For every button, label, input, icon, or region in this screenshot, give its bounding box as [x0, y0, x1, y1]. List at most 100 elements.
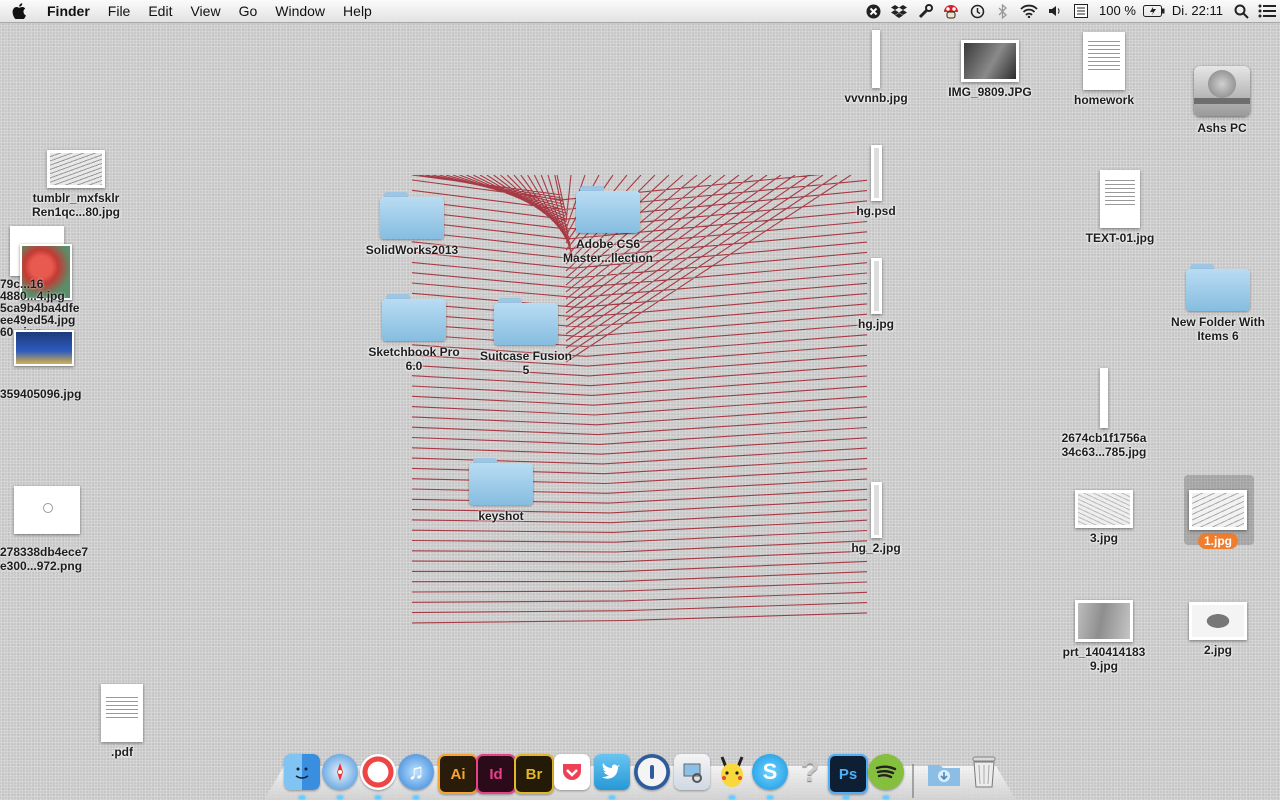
running-indicator: [883, 796, 889, 799]
image-thumbnail: [1075, 490, 1133, 528]
folder-solidworks[interactable]: SolidWorks2013: [352, 192, 472, 257]
menu-edit[interactable]: Edit: [139, 0, 181, 22]
photoshop-icon[interactable]: Ps: [828, 754, 868, 794]
dock: ♫ Ai Id Br S ? Ps: [264, 752, 1016, 800]
image-thumbnail: [872, 30, 880, 88]
folder-keyshot[interactable]: keyshot: [441, 458, 561, 523]
image-thumbnail: [1189, 490, 1247, 530]
spotify-icon[interactable]: [868, 754, 904, 790]
downloads-stack-icon[interactable]: [926, 754, 962, 790]
menu-go[interactable]: Go: [230, 0, 267, 22]
keyboard-input-icon[interactable]: [1068, 0, 1094, 22]
running-indicator: [337, 796, 343, 799]
file-label: prt_140414183 9.jpg: [1062, 645, 1146, 673]
bridge-icon[interactable]: Br: [514, 754, 554, 794]
folder-sketchbook[interactable]: Sketchbook Pro 6.0: [354, 294, 474, 373]
file-label-selected: 1.jpg: [1197, 533, 1238, 549]
battery-icon[interactable]: [1141, 0, 1167, 22]
image-thumbnail: [870, 145, 882, 201]
folder-label: keyshot: [478, 509, 524, 523]
1password-icon[interactable]: [634, 754, 670, 790]
hard-drive-icon: [1194, 58, 1250, 118]
running-indicator: [413, 796, 419, 799]
png-stack-thumbnail[interactable]: [14, 486, 80, 534]
folder-label: SolidWorks2013: [365, 243, 459, 257]
dropbox-icon[interactable]: [886, 0, 912, 22]
menu-bar: Finder File Edit View Go Window Help 100…: [0, 0, 1280, 23]
pocket-icon[interactable]: [554, 754, 590, 790]
file-hg-jpg[interactable]: hg.jpg: [816, 258, 936, 331]
spotlight-search-icon[interactable]: [1228, 0, 1254, 22]
file-label: 2674cb1f1756a 34c63...785.jpg: [1061, 431, 1147, 459]
file-label: 2.jpg: [1203, 643, 1232, 657]
clock[interactable]: Di. 22:11: [1167, 0, 1228, 22]
file-2674cb[interactable]: 2674cb1f1756a 34c63...785.jpg: [1044, 368, 1164, 459]
image-thumbnail: [870, 258, 882, 314]
running-indicator: [843, 796, 849, 799]
dock-separator: [912, 764, 914, 798]
folder-adobe-cs6[interactable]: Adobe CS6 Master...llection: [548, 186, 668, 265]
image-thumbnail: [47, 150, 105, 188]
menu-help[interactable]: Help: [334, 0, 381, 22]
itunes-icon[interactable]: ♫: [398, 754, 434, 790]
wifi-icon[interactable]: [1016, 0, 1042, 22]
illustrator-icon[interactable]: Ai: [438, 754, 478, 794]
folder-label: Sketchbook Pro 6.0: [368, 345, 460, 373]
document-pdf[interactable]: .pdf: [62, 684, 182, 759]
menu-view[interactable]: View: [181, 0, 229, 22]
file-label: hg.jpg: [858, 317, 894, 331]
running-indicator: [729, 796, 735, 799]
folder-new-folder[interactable]: New Folder With Items 6: [1158, 264, 1278, 343]
twitter-icon[interactable]: [594, 754, 630, 790]
unknown-app-icon[interactable]: ?: [792, 754, 828, 790]
image-thumbnail: [1189, 602, 1247, 640]
pikachu-icon[interactable]: [714, 754, 750, 790]
menu-app-name[interactable]: Finder: [38, 0, 99, 22]
preview-icon[interactable]: [674, 754, 710, 790]
folder-icon: [494, 298, 558, 346]
time-machine-icon[interactable]: [964, 0, 990, 22]
file-label: hg.psd: [856, 204, 896, 218]
file-tumblr[interactable]: tumblr_mxfsklr Ren1qc...80.jpg: [16, 150, 136, 219]
apple-menu-icon[interactable]: [0, 3, 38, 19]
running-indicator: [767, 796, 773, 799]
image-thumbnail-photo[interactable]: [14, 330, 74, 366]
chrome-icon[interactable]: [360, 754, 396, 790]
running-indicator: [299, 796, 305, 799]
document-homework[interactable]: homework: [1044, 32, 1164, 107]
file-1-jpg[interactable]: 1.jpg: [1158, 490, 1278, 550]
folder-icon: [1186, 264, 1250, 312]
file-hg-2[interactable]: hg_2.jpg: [816, 482, 936, 555]
file-label: 359405096.jpg: [0, 387, 82, 401]
folder-label: Adobe CS6 Master...llection: [562, 237, 654, 265]
file-label: tumblr_mxfsklr Ren1qc...80.jpg: [31, 191, 121, 219]
file-label: hg_2.jpg: [851, 541, 901, 555]
folder-suitcase[interactable]: Suitcase Fusion 5: [466, 298, 586, 377]
file-2-jpg[interactable]: 2.jpg: [1158, 602, 1278, 657]
file-img-9809[interactable]: IMG_9809.JPG: [930, 40, 1050, 99]
file-vvvnnb[interactable]: vvvnnb.jpg: [816, 30, 936, 105]
file-prt[interactable]: prt_140414183 9.jpg: [1044, 600, 1164, 673]
file-3-jpg[interactable]: 3.jpg: [1044, 490, 1164, 545]
file-label: 3.jpg: [1089, 531, 1118, 545]
document-text-01[interactable]: TEXT-01.jpg: [1060, 170, 1180, 245]
menu-window[interactable]: Window: [266, 0, 334, 22]
tools-icon[interactable]: [912, 0, 938, 22]
folder-label: Suitcase Fusion 5: [479, 349, 573, 377]
stop-icon[interactable]: [860, 0, 886, 22]
volume-icon[interactable]: [1042, 0, 1068, 22]
mushroom-icon[interactable]: [938, 0, 964, 22]
bluetooth-icon[interactable]: [990, 0, 1016, 22]
drive-ashs-pc[interactable]: Ashs PC: [1162, 58, 1280, 135]
menu-file[interactable]: File: [99, 0, 140, 22]
safari-icon[interactable]: [322, 754, 358, 790]
trash-icon[interactable]: [966, 754, 1002, 790]
overlapping-labels: 79c...16 4880...4.jpg 5ca9b4ba4dfe ee49e…: [0, 278, 100, 338]
file-label: vvvnnb.jpg: [844, 91, 908, 105]
indesign-icon[interactable]: Id: [476, 754, 516, 794]
finder-icon[interactable]: [284, 754, 320, 790]
notification-center-icon[interactable]: [1254, 0, 1280, 22]
skype-icon[interactable]: S: [752, 754, 788, 790]
battery-percent[interactable]: 100 %: [1094, 0, 1141, 22]
file-hg-psd[interactable]: hg.psd: [816, 145, 936, 218]
